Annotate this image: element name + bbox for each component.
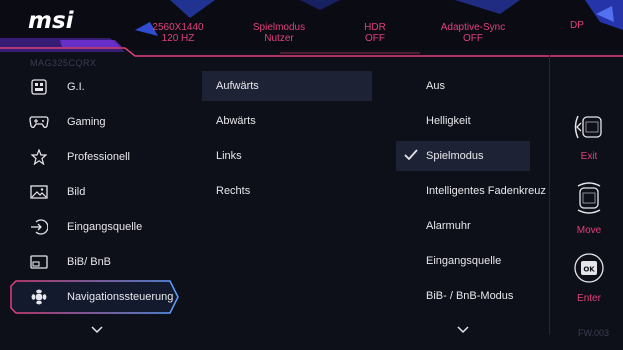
menu-item-label: Bild xyxy=(67,186,86,198)
menu-item-input-source[interactable]: Eingangsquelle xyxy=(12,214,182,240)
status-adaptive-sync-value: OFF xyxy=(463,33,483,44)
function-label: Alarmuhr xyxy=(426,220,471,232)
scroll-down-icon[interactable] xyxy=(91,326,103,334)
function-label: Intelligentes Fadenkreuz xyxy=(426,185,546,197)
status-game-mode: Spielmodus Nutzer xyxy=(248,22,310,44)
direction-label: Abwärts xyxy=(216,115,256,127)
firmware-version: FW.003 xyxy=(577,328,609,338)
gi-icon xyxy=(29,78,49,96)
menu-item-label: Eingangsquelle xyxy=(67,221,143,233)
exit-control[interactable]: Exit xyxy=(566,112,612,162)
function-item-pip-pbp[interactable]: BiB- / BnB-Modus xyxy=(396,281,530,311)
function-item-off[interactable]: Aus xyxy=(396,71,530,101)
menu-item-gaming[interactable]: Gaming xyxy=(12,109,182,135)
model-name: MAG325CQRX xyxy=(30,58,97,68)
function-item-smart-crosshair[interactable]: Intelligentes Fadenkreuz xyxy=(396,176,546,206)
exit-label: Exit xyxy=(580,151,598,162)
status-refresh-value: 120 HZ xyxy=(161,33,195,44)
checkmark-icon xyxy=(404,149,418,161)
function-label: Helligkeit xyxy=(426,115,471,127)
header-decoration xyxy=(0,0,623,57)
status-hdr-value: OFF xyxy=(365,33,385,44)
function-label: BiB- / BnB-Modus xyxy=(426,290,514,302)
status-resolution: 2560X1440 120 HZ xyxy=(150,22,206,44)
function-label: Eingangsquelle xyxy=(426,255,502,267)
enter-control[interactable]: OK Enter xyxy=(566,252,612,304)
function-item-brightness[interactable]: Helligkeit xyxy=(396,106,530,136)
svg-text:OK: OK xyxy=(583,266,595,274)
direction-label: Links xyxy=(216,150,242,162)
pip-icon xyxy=(29,253,49,271)
menu-item-label: Professionell xyxy=(67,151,130,163)
status-adaptive-sync-label: Adaptive-Sync xyxy=(440,22,506,33)
header-bar: msi 2560X1440 120 HZ Spielmodus Nutzer H… xyxy=(0,0,623,57)
scroll-down-icon[interactable] xyxy=(457,326,469,334)
status-hdr-label: HDR xyxy=(364,22,386,33)
status-input-value: DP xyxy=(570,20,584,31)
direction-item-down[interactable]: Abwärts xyxy=(202,106,372,136)
function-item-game-mode[interactable]: Spielmodus xyxy=(396,141,530,171)
menu-item-pip[interactable]: BiB/ BnB xyxy=(12,249,182,275)
menu-item-label: BiB/ BnB xyxy=(67,256,112,268)
status-game-mode-label: Spielmodus xyxy=(252,22,306,33)
function-label: Spielmodus xyxy=(426,150,484,162)
status-adaptive-sync: Adaptive-Sync OFF xyxy=(435,22,511,44)
status-game-mode-value: Nutzer xyxy=(264,33,294,44)
status-resolution-value: 2560X1440 xyxy=(152,22,204,33)
status-hdr: HDR OFF xyxy=(355,22,395,44)
menu-item-label: Navigationssteuerung xyxy=(67,291,174,303)
function-item-alarm-clock[interactable]: Alarmuhr xyxy=(396,211,530,241)
move-control[interactable]: Move xyxy=(566,180,612,236)
osd-menu: msi 2560X1440 120 HZ Spielmodus Nutzer H… xyxy=(0,0,623,350)
menu-item-professional[interactable]: Professionell xyxy=(12,144,182,170)
menu-item-gi[interactable]: G.I. xyxy=(12,74,182,100)
exit-joystick-icon xyxy=(574,115,602,139)
image-icon xyxy=(29,183,49,201)
status-input: DP xyxy=(562,20,592,31)
direction-item-right[interactable]: Rechts xyxy=(202,176,372,206)
move-joystick-icon xyxy=(577,182,601,214)
direction-item-up[interactable]: Aufwärts xyxy=(202,71,372,101)
menu-item-navigation[interactable]: Navigationssteuerung xyxy=(10,280,182,314)
input-source-icon xyxy=(29,218,49,236)
move-label: Move xyxy=(576,225,602,236)
enter-label: Enter xyxy=(577,293,601,304)
function-label: Aus xyxy=(426,80,445,92)
menu-item-image[interactable]: Bild xyxy=(12,179,182,205)
menu-item-label: G.I. xyxy=(67,81,85,93)
controls-divider xyxy=(549,55,550,335)
star-icon xyxy=(29,148,49,166)
gamepad-icon xyxy=(29,113,49,131)
msi-logo: msi xyxy=(28,8,74,34)
navigation-icon xyxy=(29,288,49,306)
function-item-input-source[interactable]: Eingangsquelle xyxy=(396,246,530,276)
menu-item-label: Gaming xyxy=(67,116,106,128)
enter-joystick-icon: OK xyxy=(574,253,604,283)
direction-item-left[interactable]: Links xyxy=(202,141,372,171)
direction-label: Aufwärts xyxy=(216,80,259,92)
direction-label: Rechts xyxy=(216,185,251,197)
